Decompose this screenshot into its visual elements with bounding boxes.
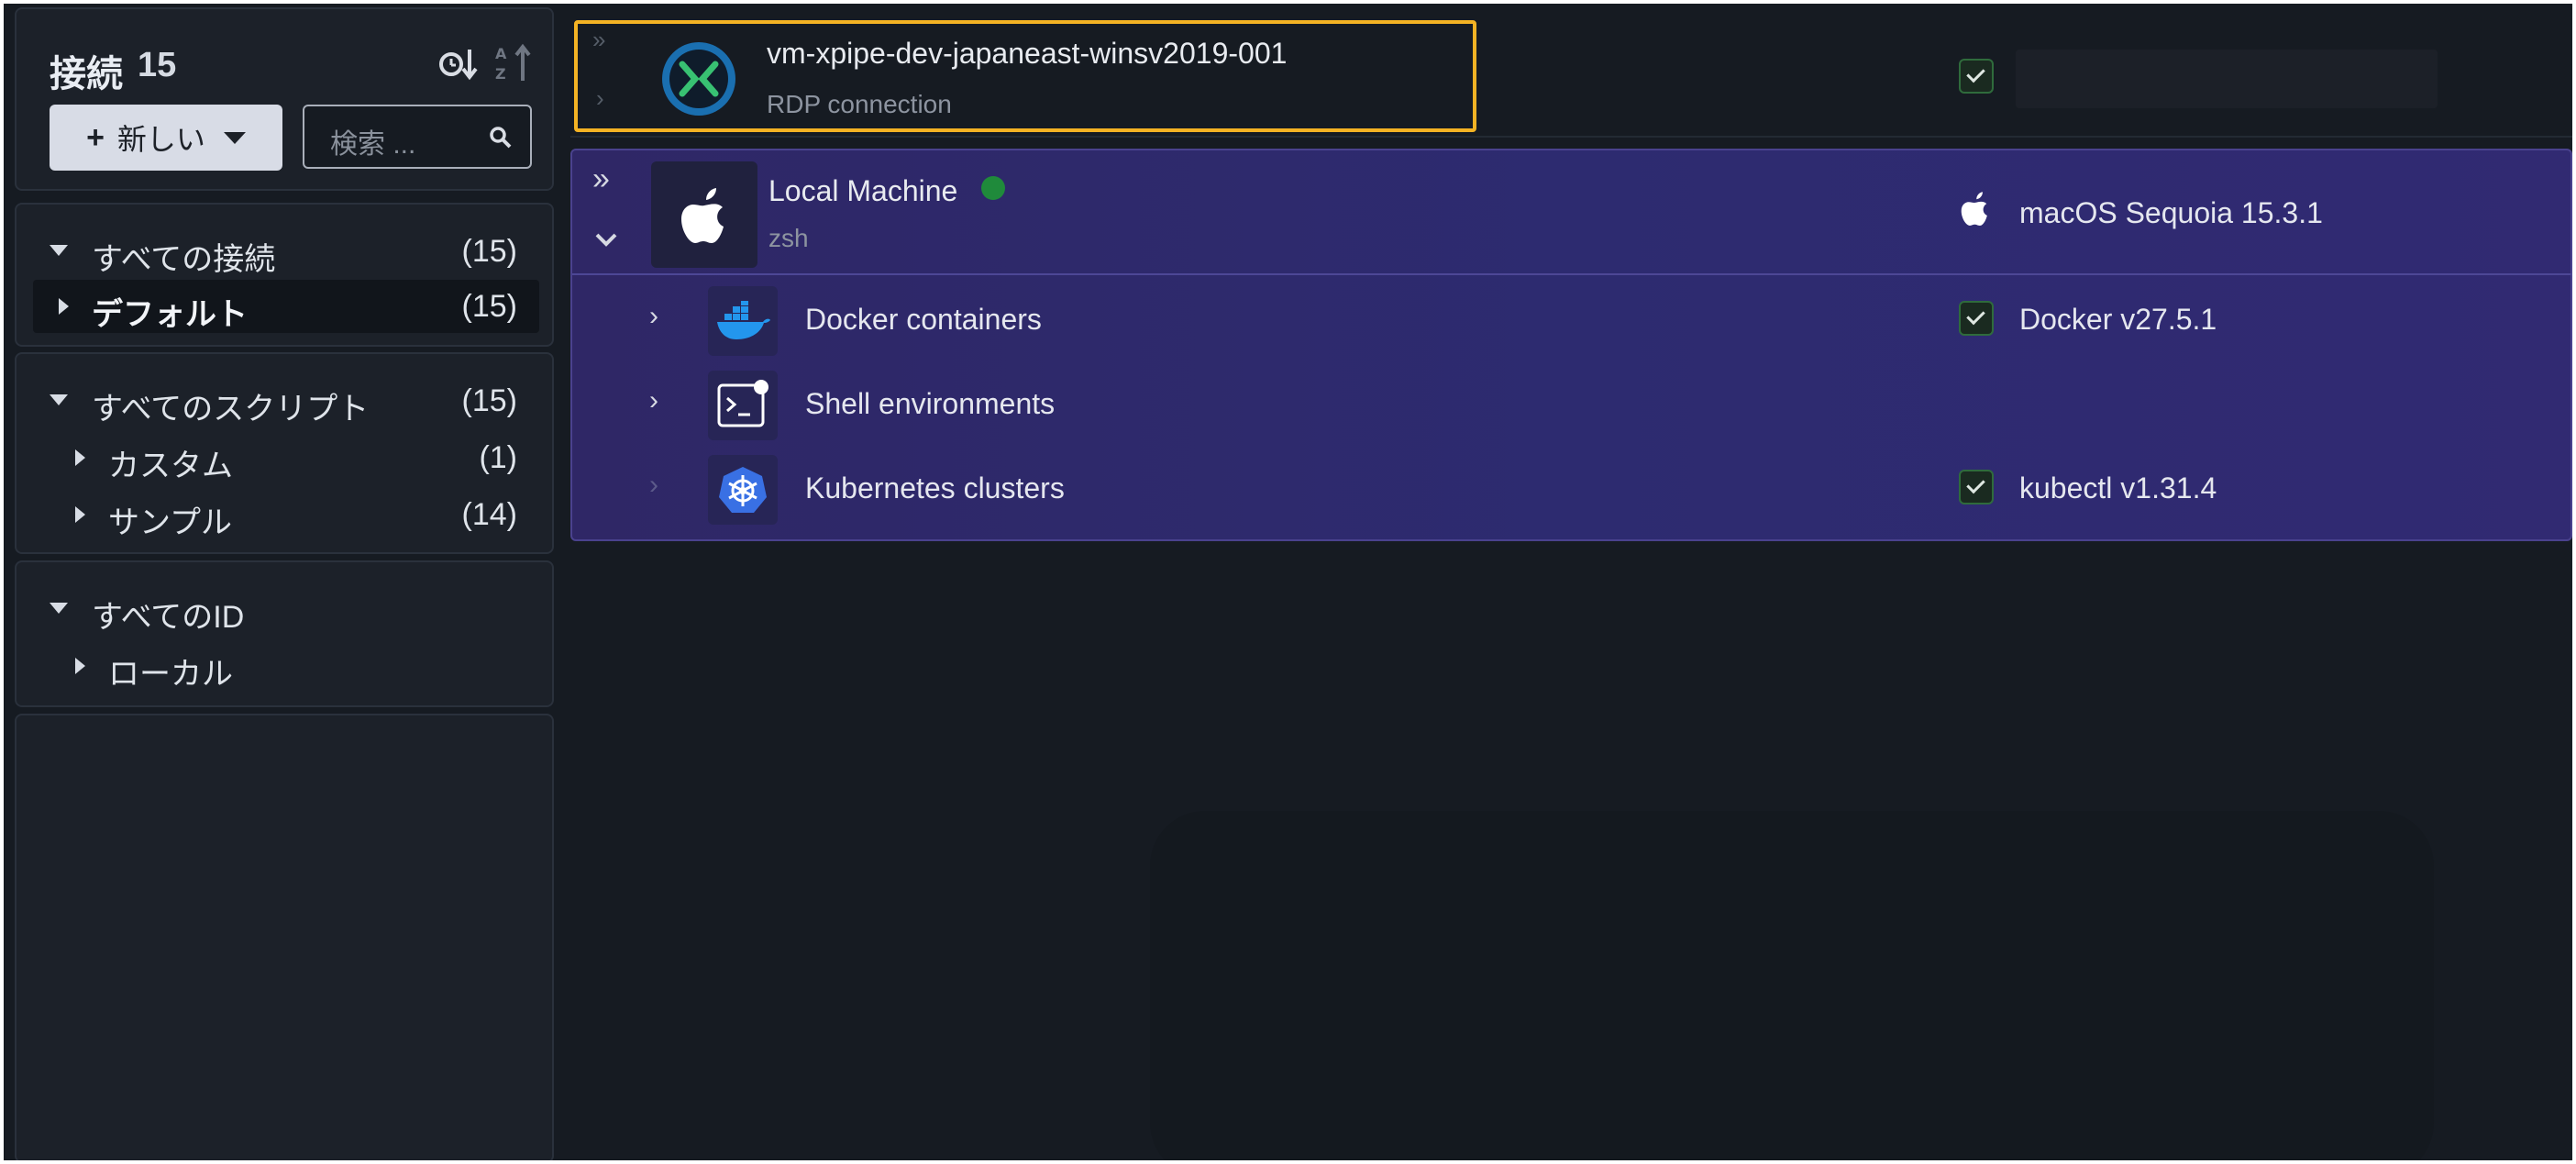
- category-all-scripts[interactable]: すべてのスクリプト (15): [17, 374, 556, 427]
- kubernetes-icon: [719, 467, 767, 513]
- connections-category-card: すべての接続 (15) デフォルト (15): [15, 203, 554, 347]
- expand-right-icon: [75, 658, 85, 674]
- apple-icon: [681, 188, 724, 243]
- row-info: Docker v27.5.1: [2019, 303, 2217, 336]
- search-placeholder: 検索 ...: [330, 129, 416, 160]
- row-label: Shell environments: [805, 387, 1056, 420]
- shell-label: zsh: [768, 224, 809, 252]
- connection-title: vm-xpipe-dev-japaneast-winsv2019-001: [767, 37, 1288, 70]
- connections-count: 15: [138, 46, 177, 84]
- scripts-category-card: すべてのスクリプト (15) カスタム (1) サンプル (14): [15, 352, 554, 554]
- checkbox[interactable]: [1959, 59, 1994, 94]
- kubernetes-clusters-row[interactable]: › Kubernetes clusters kubectl v1.31.4: [572, 448, 2572, 532]
- chevron-right-icon[interactable]: ›: [649, 385, 658, 416]
- chevron-down-icon[interactable]: [594, 231, 618, 248]
- rdp-icon: [662, 42, 735, 116]
- apple-logo-tile: [651, 161, 757, 268]
- sidebar: 接続 15 A Z + 新しい 検索 ... すべての接続 (15) デフォルト…: [9, 7, 559, 1160]
- category-label: ローカル: [108, 657, 233, 692]
- category-default[interactable]: デフォルト (15): [33, 280, 539, 333]
- expand-right-icon: [75, 449, 85, 466]
- terminal-icon-tile: [708, 371, 778, 440]
- category-count: (14): [461, 497, 517, 532]
- chevron-right-icon[interactable]: ›: [649, 301, 658, 332]
- category-custom[interactable]: カスタム (1): [17, 431, 556, 484]
- row-info: kubectl v1.31.4: [2019, 471, 2217, 504]
- redacted-info: [2016, 50, 2438, 108]
- double-chevron-icon[interactable]: »: [592, 161, 610, 197]
- chevron-right-icon[interactable]: ›: [649, 470, 658, 501]
- os-version: macOS Sequoia 15.3.1: [2019, 196, 2323, 229]
- docker-icon: [717, 301, 770, 339]
- svg-text:Z: Z: [495, 65, 506, 83]
- docker-icon-tile: [708, 286, 778, 356]
- double-chevron-icon[interactable]: »: [592, 26, 605, 54]
- sidebar-header: 接続 15 A Z + 新しい 検索 ...: [15, 7, 554, 191]
- chevron-right-icon[interactable]: ›: [596, 84, 604, 113]
- connection-subtitle: RDP connection: [767, 90, 952, 118]
- shell-environments-row[interactable]: › Shell environments: [572, 363, 2572, 448]
- terminal-icon: [717, 380, 768, 427]
- sort-alphabetical-icon[interactable]: A Z: [493, 42, 534, 84]
- category-label: サンプル: [108, 505, 232, 540]
- category-label: すべての接続: [92, 242, 276, 277]
- category-count: (15): [461, 289, 517, 324]
- sort-by-time-icon[interactable]: [438, 46, 479, 83]
- row-label: Docker containers: [805, 303, 1042, 336]
- category-label: カスタム: [108, 449, 233, 483]
- local-machine-title: Local Machine: [768, 174, 958, 207]
- local-machine-panel: » Local Machine zsh macOS Sequoia 15.3.1…: [570, 149, 2572, 541]
- svg-text:A: A: [495, 45, 507, 62]
- category-label: すべてのID: [92, 600, 245, 635]
- expand-down-icon: [50, 394, 68, 405]
- new-button-label: 新しい: [116, 123, 205, 156]
- category-count: (15): [461, 234, 517, 269]
- category-local[interactable]: ローカル: [17, 639, 556, 693]
- category-label: すべてのスクリプト: [92, 392, 370, 427]
- row-label: Kubernetes clusters: [805, 471, 1065, 504]
- identities-category-card: すべてのID ローカル: [15, 560, 554, 707]
- dropdown-caret-icon: [223, 131, 246, 144]
- docker-containers-row[interactable]: › Docker containers Docker v27.5.1: [572, 279, 2572, 363]
- sidebar-empty-card: [15, 714, 554, 1160]
- expand-down-icon: [50, 603, 68, 614]
- status-online-indicator: [981, 176, 1005, 200]
- search-input[interactable]: 検索 ...: [303, 105, 532, 169]
- category-label: デフォルト: [92, 297, 248, 332]
- category-count: (15): [461, 383, 517, 418]
- rdp-connection-row[interactable]: » › vm-xpipe-dev-japaneast-winsv2019-001…: [570, 17, 2572, 138]
- category-all-identities[interactable]: すべてのID: [17, 582, 556, 636]
- apple-icon: [1961, 192, 1987, 226]
- checkbox[interactable]: [1959, 301, 1994, 336]
- search-icon: [490, 127, 512, 149]
- background-decoration: [1150, 811, 2434, 1160]
- checkbox[interactable]: [1959, 470, 1994, 504]
- category-all-connections[interactable]: すべての接続 (15): [17, 225, 556, 278]
- connections-title: 接続: [50, 54, 123, 94]
- plus-icon: +: [86, 119, 105, 155]
- local-machine-row[interactable]: » Local Machine zsh macOS Sequoia 15.3.1: [572, 150, 2572, 275]
- category-sample[interactable]: サンプル (14): [17, 488, 556, 541]
- expand-down-icon: [50, 245, 68, 256]
- app-window: 接続 15 A Z + 新しい 検索 ... すべての接続 (15) デフォルト…: [4, 4, 2572, 1160]
- category-count: (1): [479, 440, 517, 475]
- new-connection-button[interactable]: + 新しい: [50, 105, 282, 171]
- expand-right-icon: [59, 298, 69, 315]
- kubernetes-icon-tile: [708, 455, 778, 525]
- connection-list: » › vm-xpipe-dev-japaneast-winsv2019-001…: [563, 4, 2572, 1160]
- expand-right-icon: [75, 506, 85, 523]
